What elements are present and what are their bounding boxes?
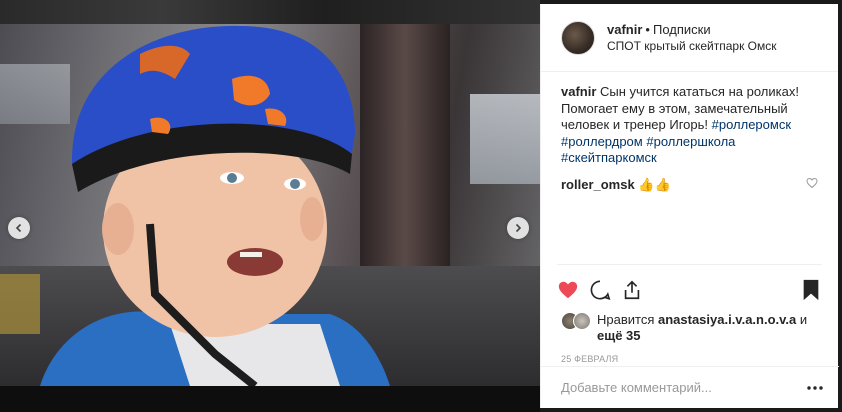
comment-input[interactable] [561, 380, 803, 395]
next-photo-button[interactable] [507, 217, 529, 239]
hashtag-link[interactable]: #роллершкола [646, 134, 735, 149]
comment-text: 👍👍 [634, 176, 671, 192]
heart-outline-icon [806, 177, 818, 189]
add-comment-bar [541, 366, 839, 408]
heart-filled-icon [558, 281, 578, 298]
hashtag-link[interactable]: #скейтпаркомск [561, 150, 657, 165]
like-button[interactable] [557, 275, 589, 305]
share-icon [624, 280, 640, 299]
comments-section: vafnir Сын учится кататься на роликах! П… [541, 72, 838, 264]
background-page-top [0, 0, 540, 24]
comment-icon [590, 279, 611, 300]
comment-like-button[interactable] [806, 177, 818, 192]
author-avatar[interactable] [561, 20, 595, 55]
save-button[interactable] [790, 275, 822, 305]
post-location[interactable]: СПОТ крытый скейтпарк Омск [607, 38, 777, 54]
liker-username[interactable]: anastasiya.i.v.a.n.o.v.a [658, 312, 796, 327]
header-separator: • [645, 21, 650, 37]
liker-avatars [561, 312, 591, 330]
likes-more-link[interactable]: ещё 35 [597, 328, 641, 343]
post-actions [557, 264, 822, 306]
background-page-bottom [0, 386, 540, 412]
child-with-helmet-illustration [40, 25, 390, 386]
post-header: vafnir • Подписки СПОТ крытый скейтпарк Ом… [541, 4, 838, 72]
comment-username[interactable]: roller_omsk [561, 177, 635, 192]
post-date[interactable]: 25 ФЕВРАЛЯ [541, 344, 838, 364]
post-caption: vafnir Сын учится кататься на роликах! П… [561, 84, 823, 167]
following-button[interactable]: Подписки [653, 22, 711, 37]
comment-item: roller_omsk 👍👍 [561, 177, 818, 193]
chevron-right-icon [515, 223, 522, 233]
comment-button[interactable] [589, 275, 621, 305]
share-button[interactable] [621, 275, 653, 305]
hashtag-link[interactable]: #роллеромск [712, 117, 791, 132]
post-photo [0, 24, 540, 386]
likes-prefix: Нравится [597, 312, 658, 327]
liker-avatar[interactable] [573, 312, 591, 330]
more-options-button[interactable] [803, 385, 823, 390]
post-side-panel: vafnir • Подписки СПОТ крытый скейтпарк Ом… [540, 4, 839, 408]
likes-summary: Нравится anastasiya.i.v.a.n.o.v.a и ещё … [541, 306, 838, 344]
bookmark-filled-icon [803, 279, 819, 300]
hashtag-link[interactable]: #роллердром [561, 134, 643, 149]
more-icon [807, 385, 823, 390]
previous-photo-button[interactable] [8, 217, 30, 239]
caption-username[interactable]: vafnir [561, 84, 596, 99]
author-username[interactable]: vafnir [607, 22, 642, 37]
chevron-left-icon [15, 223, 22, 233]
likes-middle: и [796, 312, 808, 327]
